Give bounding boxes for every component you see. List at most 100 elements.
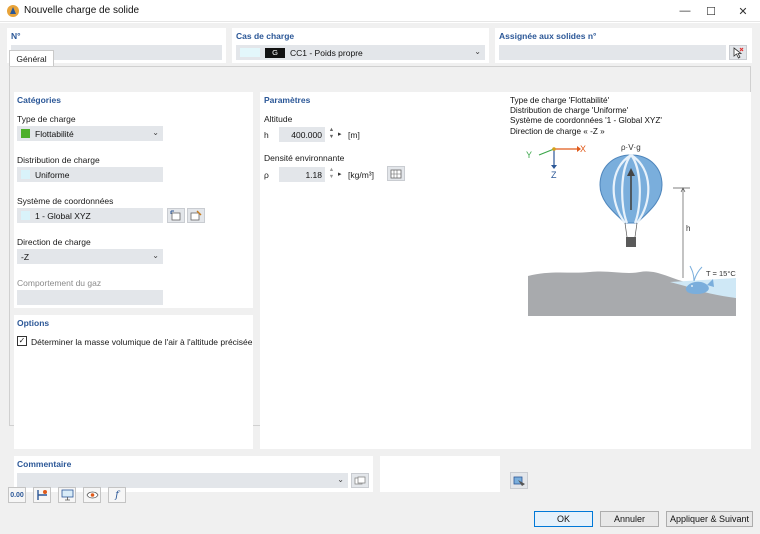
comment-title: Commentaire: [17, 459, 72, 469]
options-group: Options ✓ Déterminer la masse volumique …: [14, 315, 253, 449]
maximize-button[interactable]: ☐: [696, 0, 726, 22]
render-options-icon: [513, 476, 525, 486]
loadcase-group: Cas de charge G CC1 - Poids propre ⌄: [232, 28, 489, 63]
table-icon: [390, 169, 402, 178]
new-coord-icon: [170, 210, 181, 221]
apply-next-button[interactable]: Appliquer & Suivant: [666, 511, 753, 527]
altitude-input[interactable]: 400.000: [279, 127, 325, 142]
height-label: h: [686, 224, 690, 233]
density-unit: [kg/m³]: [348, 170, 374, 180]
direction-label: Direction de charge: [17, 237, 91, 247]
direction-value: -Z: [21, 251, 30, 262]
section-icon: [36, 490, 47, 500]
close-button[interactable]: ✕: [728, 0, 758, 22]
new-coord-button[interactable]: [167, 208, 185, 223]
app-icon: [7, 5, 19, 17]
cursor-pick-icon: [733, 46, 744, 59]
ok-button[interactable]: OK: [534, 511, 593, 527]
loadcase-color-swatch: [240, 48, 260, 57]
altitude-density-checkbox[interactable]: ✓: [17, 336, 27, 346]
comment-side-panel: [380, 456, 500, 492]
load-type-label: Type de charge: [17, 114, 76, 124]
edit-coord-icon: [190, 210, 202, 221]
assigned-group: Assignée aux solides n°: [495, 28, 752, 63]
altitude-step-arrow[interactable]: ▸: [338, 130, 342, 138]
copy-icon: [354, 476, 366, 484]
description-line-type: Type de charge 'Flottabilité': [510, 96, 610, 105]
altitude-symbol: h: [264, 130, 269, 140]
temperature-label: T = 15°C: [706, 269, 736, 278]
pick-solids-button[interactable]: [729, 45, 747, 60]
options-title: Options: [17, 318, 50, 328]
edit-coord-button[interactable]: [187, 208, 205, 223]
window-title: Nouvelle charge de solide: [24, 5, 140, 16]
density-table-button[interactable]: [387, 166, 405, 181]
display-icon: [61, 489, 73, 501]
coord-select[interactable]: 1 - Global XYZ: [17, 208, 163, 223]
buoyancy-force-label: ρ·V·g: [621, 143, 641, 152]
ground-shape: [528, 271, 736, 316]
coord-value: 1 - Global XYZ: [35, 210, 91, 221]
altitude-label: Altitude: [264, 114, 293, 124]
description-line-coord: Système de coordonnées '1 - Global XYZ': [510, 116, 662, 126]
hot-air-balloon-icon: [599, 154, 663, 247]
distribution-label: Distribution de charge: [17, 155, 100, 165]
coord-label: Système de coordonnées: [17, 196, 114, 206]
chevron-down-icon: ⌄: [152, 128, 159, 137]
distribution-swatch: [21, 170, 30, 179]
graphic-settings-button[interactable]: [510, 472, 528, 489]
axis-x-label: X: [580, 144, 586, 154]
eye-icon: [86, 491, 98, 499]
assigned-input[interactable]: [499, 45, 726, 60]
altitude-density-checkbox-label: Déterminer la masse volumique de l'air à…: [31, 337, 253, 347]
axis-z-label: Z: [551, 170, 557, 180]
tab-general[interactable]: Général: [9, 50, 54, 66]
altitude-unit: [m]: [348, 130, 360, 140]
altitude-spinner[interactable]: ▲ ▼: [327, 127, 336, 142]
section-button[interactable]: [33, 487, 51, 503]
density-input: 1.18: [279, 167, 325, 182]
formula-button[interactable]: f: [108, 487, 126, 503]
comment-copy-button[interactable]: [351, 473, 369, 488]
density-label: Densité environnante: [264, 153, 345, 163]
loadcase-tag: G: [265, 47, 285, 58]
coordinate-axes-icon: [538, 146, 581, 169]
gas-behavior-field: [17, 290, 163, 305]
chevron-down-icon: ⌄: [474, 47, 481, 56]
density-spinner: ▲ ▼: [328, 167, 335, 180]
density-symbol: ρ: [264, 170, 269, 180]
direction-select[interactable]: -Z ⌄: [17, 249, 163, 264]
description-line-distribution: Distribution de charge 'Uniforme': [510, 106, 629, 116]
assigned-label: Assignée aux solides n°: [499, 31, 597, 41]
distribution-value: Uniforme: [35, 169, 70, 180]
description-line-direction: Direction de charge « -Z »: [510, 126, 605, 136]
number-label: N°: [11, 31, 21, 41]
visibility-button[interactable]: [83, 487, 101, 503]
display-button[interactable]: [58, 487, 76, 503]
load-description: Type de charge 'Flottabilité' Distributi…: [510, 96, 662, 137]
distribution-field: Uniforme: [17, 167, 163, 182]
parameters-title: Paramètres: [264, 95, 311, 105]
cancel-button[interactable]: Annuler: [600, 511, 659, 527]
chevron-down-icon: ⌄: [152, 251, 159, 260]
density-step-arrow[interactable]: ▸: [338, 170, 342, 178]
categories-title: Catégories: [17, 95, 61, 105]
buoyancy-illustration: X Y Z ρ·V·g h T = 15°C: [526, 143, 736, 316]
loadcase-select[interactable]: G CC1 - Poids propre ⌄: [236, 45, 485, 60]
comment-input[interactable]: ⌄: [17, 473, 348, 488]
units-icon: 0.00: [10, 491, 24, 499]
load-type-color-swatch: [21, 129, 30, 138]
load-type-value: Flottabilité: [35, 128, 74, 139]
axis-y-label: Y: [526, 150, 532, 160]
formula-icon: f: [115, 489, 119, 501]
chevron-down-icon: ⌄: [337, 475, 344, 484]
gas-behavior-label: Comportement du gaz: [17, 278, 102, 288]
units-button[interactable]: 0.00: [8, 487, 26, 503]
coord-swatch: [21, 211, 30, 220]
loadcase-value: CC1 - Poids propre: [290, 47, 363, 58]
loadcase-label: Cas de charge: [236, 31, 295, 41]
title-bar: Nouvelle charge de solide — ☐ ✕: [0, 0, 760, 22]
height-dimension: [673, 187, 690, 278]
load-type-select[interactable]: Flottabilité ⌄: [17, 126, 163, 141]
categories-group: Catégories Type de charge Flottabilité ⌄…: [14, 92, 253, 308]
